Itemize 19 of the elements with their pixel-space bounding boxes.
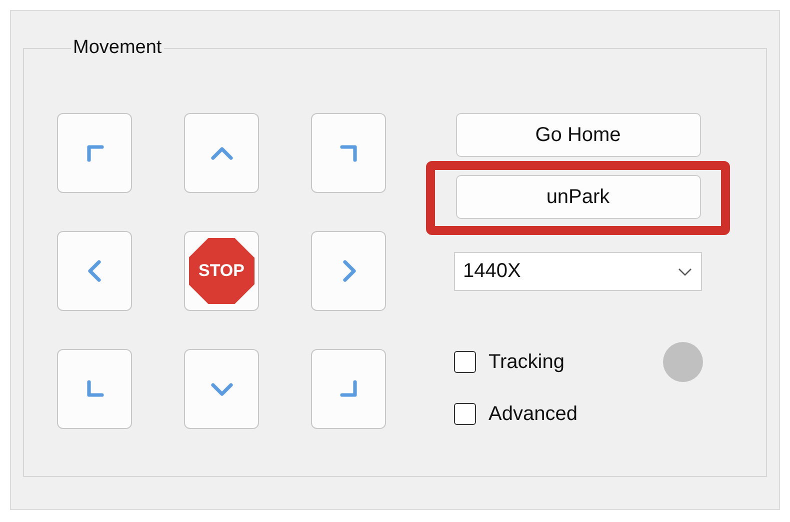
unpark-button[interactable]: unPark bbox=[456, 175, 700, 219]
rate-dropdown[interactable]: 1440X bbox=[454, 252, 702, 291]
stop-sign: STOP bbox=[188, 238, 254, 304]
move-up-right-button[interactable] bbox=[311, 113, 386, 193]
move-down-button[interactable] bbox=[184, 349, 259, 429]
move-down-right-button[interactable] bbox=[311, 349, 386, 429]
checkbox[interactable] bbox=[454, 403, 476, 425]
group-title: Movement bbox=[72, 37, 163, 59]
checkbox-label: Tracking bbox=[488, 350, 564, 374]
checkbox[interactable] bbox=[454, 351, 476, 373]
move-down-left-button[interactable] bbox=[57, 349, 132, 429]
checkbox-label: Advanced bbox=[488, 402, 578, 426]
move-up-button[interactable] bbox=[184, 113, 259, 193]
go-home-button[interactable]: Go Home bbox=[456, 113, 700, 157]
move-left-button[interactable] bbox=[57, 231, 132, 311]
chevron-down-icon bbox=[677, 266, 693, 276]
move-right-button[interactable] bbox=[311, 231, 386, 311]
move-up-left-button[interactable] bbox=[57, 113, 132, 193]
stop-button[interactable]: STOP bbox=[184, 231, 259, 311]
